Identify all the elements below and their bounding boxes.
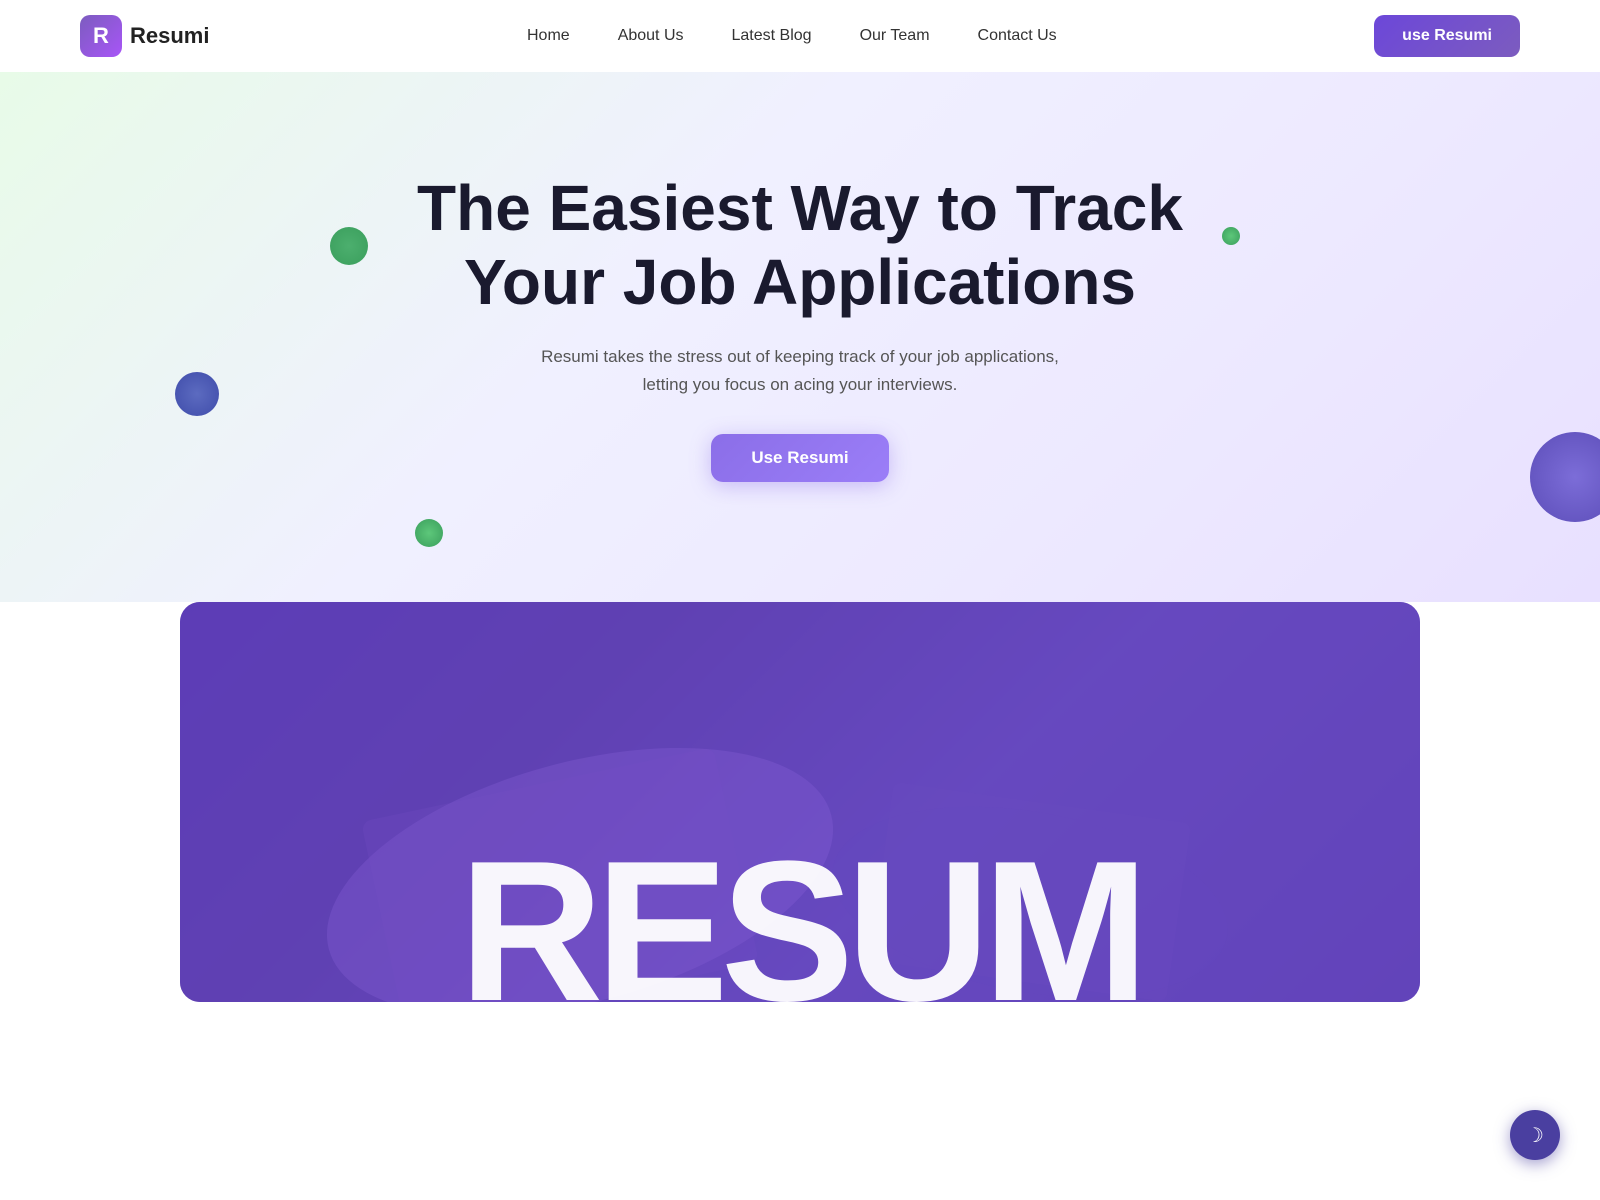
blob-purple-right bbox=[1530, 432, 1600, 522]
nav-links: Home About Us Latest Blog Our Team Conta… bbox=[527, 27, 1057, 45]
hero-cta-button[interactable]: Use Resumi bbox=[711, 434, 888, 482]
hero-section: The Easiest Way to Track Your Job Applic… bbox=[0, 72, 1600, 602]
blob-green-bottom bbox=[415, 519, 443, 547]
nav-home[interactable]: Home bbox=[527, 27, 570, 44]
preview-section: RESUM bbox=[0, 602, 1600, 1002]
blob-green-top bbox=[330, 227, 368, 265]
nav-blog[interactable]: Latest Blog bbox=[732, 27, 812, 44]
hero-title: The Easiest Way to Track Your Job Applic… bbox=[350, 172, 1250, 319]
preview-text: RESUM bbox=[459, 832, 1141, 1002]
hero-subtitle: Resumi takes the stress out of keeping t… bbox=[540, 343, 1060, 397]
nav-contact[interactable]: Contact Us bbox=[978, 27, 1057, 44]
nav-team[interactable]: Our Team bbox=[860, 27, 930, 44]
blob-green-sm-top bbox=[1222, 227, 1240, 245]
dark-mode-button[interactable]: ☽ bbox=[1510, 1110, 1560, 1160]
navbar: R Resumi Home About Us Latest Blog Our T… bbox=[0, 0, 1600, 72]
logo-link[interactable]: R Resumi bbox=[80, 15, 209, 57]
logo-icon: R bbox=[80, 15, 122, 57]
blob-blue-left bbox=[175, 372, 219, 416]
nav-cta-button[interactable]: use Resumi bbox=[1374, 15, 1520, 57]
nav-about[interactable]: About Us bbox=[618, 27, 684, 44]
logo-text: Resumi bbox=[130, 23, 209, 49]
preview-card: RESUM bbox=[180, 602, 1420, 1002]
